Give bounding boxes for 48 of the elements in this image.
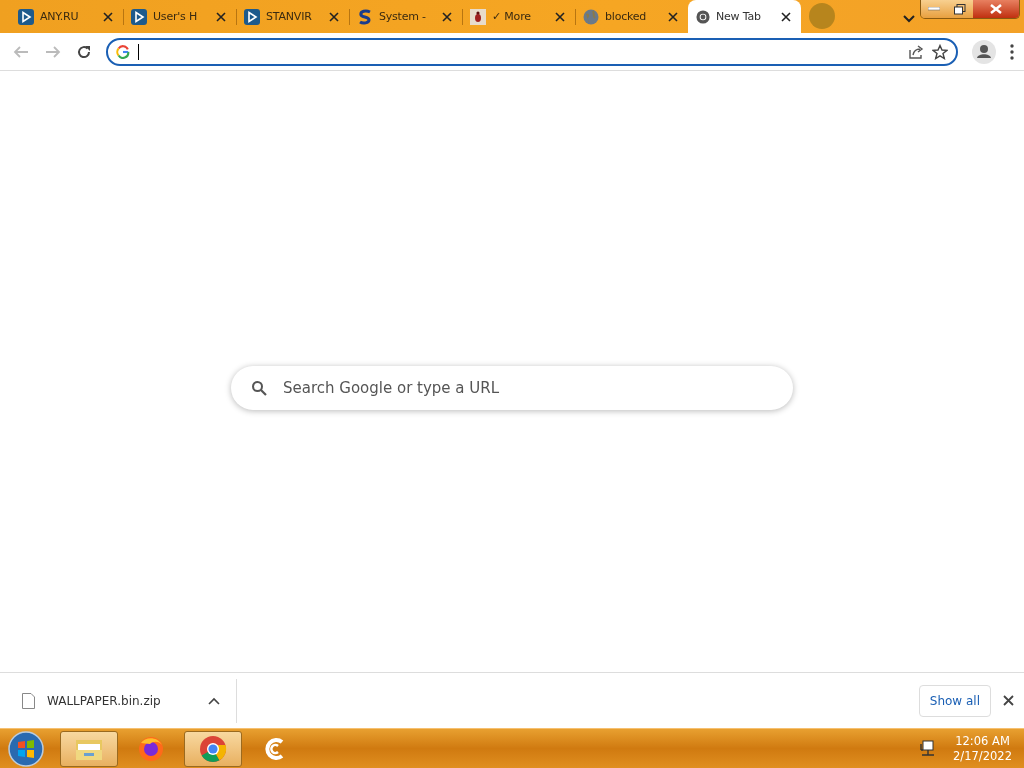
menu-icon[interactable] (1010, 43, 1014, 60)
clock-time: 12:06 AM (955, 733, 1010, 749)
play-logo-icon (244, 8, 260, 25)
close-icon[interactable] (553, 11, 567, 22)
clock-date: 2/17/2022 (953, 748, 1012, 764)
share-icon[interactable] (908, 43, 924, 60)
search-field[interactable]: Search Google or type a URL (231, 366, 793, 410)
search-icon (251, 380, 267, 396)
chevron-up-icon[interactable] (208, 696, 220, 705)
restore-icon (954, 3, 966, 15)
browser-tab[interactable]: blocked (575, 0, 688, 33)
chevron-down-icon[interactable] (903, 15, 915, 23)
chrome-icon (199, 734, 227, 763)
start-button[interactable] (6, 729, 46, 768)
close-button[interactable] (973, 0, 1019, 18)
chrome-icon (696, 9, 710, 24)
google-g-icon (116, 44, 130, 59)
close-icon[interactable] (327, 11, 341, 22)
download-filename[interactable]: WALLPAPER.bin.zip (47, 693, 196, 708)
file-icon (22, 692, 35, 709)
taskbar-button[interactable] (60, 730, 118, 767)
bug-icon (470, 8, 486, 25)
browser-tab[interactable]: STANVIR (236, 0, 349, 33)
taskbar-button[interactable] (184, 730, 242, 767)
firefox-icon (137, 734, 165, 763)
restore-button[interactable] (947, 0, 973, 18)
play-logo-icon (131, 8, 147, 25)
close-icon[interactable] (214, 11, 228, 22)
show-all-button[interactable]: Show all (918, 684, 991, 717)
address-bar[interactable] (106, 37, 958, 66)
s-logo-icon (357, 8, 373, 25)
minimize-icon (928, 7, 940, 11)
browser-tab[interactable]: ANY.RU (10, 0, 123, 33)
close-icon (990, 4, 1002, 14)
close-icon[interactable] (440, 11, 454, 22)
play-logo-icon (18, 8, 34, 25)
browser-tab[interactable]: ✓ More (462, 0, 575, 33)
close-icon[interactable] (666, 11, 680, 22)
browser-tab[interactable]: New Tab (688, 0, 801, 33)
profile-icon[interactable] (972, 39, 996, 64)
globe-icon (583, 8, 599, 25)
close-icon[interactable] (779, 11, 793, 22)
close-icon[interactable] (1003, 695, 1014, 706)
star-icon[interactable] (932, 43, 948, 60)
reload-icon[interactable] (76, 43, 92, 60)
browser-tab[interactable]: System - (349, 0, 462, 33)
browser-tab[interactable]: User's H (123, 0, 236, 33)
close-icon[interactable] (101, 11, 115, 22)
